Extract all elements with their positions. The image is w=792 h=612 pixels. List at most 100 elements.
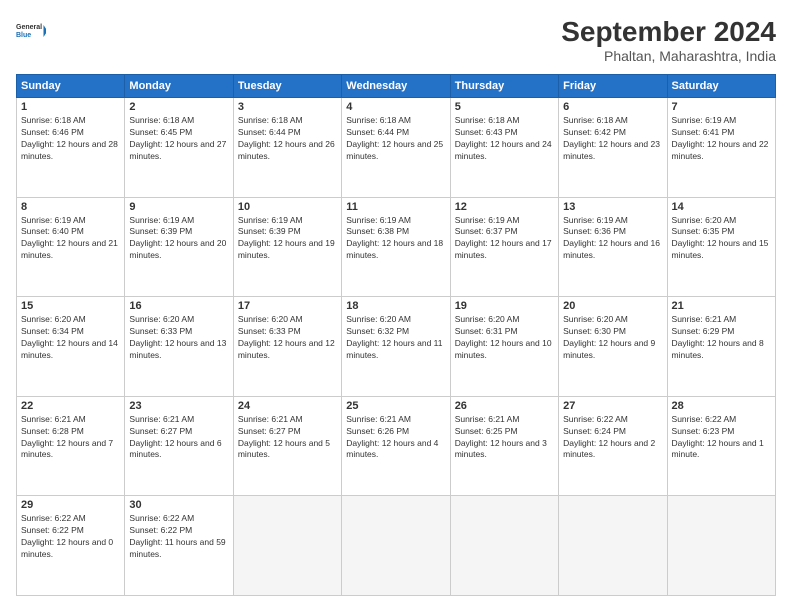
table-row: 22 Sunrise: 6:21 AM Sunset: 6:28 PM Dayl… <box>17 396 125 496</box>
day-info: Sunrise: 6:21 AM Sunset: 6:27 PM Dayligh… <box>238 414 337 462</box>
table-row: 18 Sunrise: 6:20 AM Sunset: 6:32 PM Dayl… <box>342 297 450 397</box>
day-number: 17 <box>238 300 337 312</box>
col-sunday: Sunday <box>17 75 125 98</box>
day-number: 25 <box>346 400 445 412</box>
day-info: Sunrise: 6:18 AM Sunset: 6:46 PM Dayligh… <box>21 115 120 163</box>
title-block: September 2024 Phaltan, Maharashtra, Ind… <box>561 16 776 64</box>
day-number: 1 <box>21 101 120 113</box>
day-number: 22 <box>21 400 120 412</box>
table-row: 11 Sunrise: 6:19 AM Sunset: 6:38 PM Dayl… <box>342 197 450 297</box>
day-info: Sunrise: 6:20 AM Sunset: 6:35 PM Dayligh… <box>672 215 771 263</box>
page: General Blue September 2024 Phaltan, Mah… <box>0 0 792 612</box>
table-row: 1 Sunrise: 6:18 AM Sunset: 6:46 PM Dayli… <box>17 98 125 198</box>
day-number: 12 <box>455 201 554 213</box>
location-title: Phaltan, Maharashtra, India <box>561 48 776 64</box>
day-info: Sunrise: 6:18 AM Sunset: 6:45 PM Dayligh… <box>129 115 228 163</box>
table-row: 19 Sunrise: 6:20 AM Sunset: 6:31 PM Dayl… <box>450 297 558 397</box>
col-thursday: Thursday <box>450 75 558 98</box>
calendar-table: Sunday Monday Tuesday Wednesday Thursday… <box>16 74 776 596</box>
header: General Blue September 2024 Phaltan, Mah… <box>16 16 776 64</box>
table-row: 5 Sunrise: 6:18 AM Sunset: 6:43 PM Dayli… <box>450 98 558 198</box>
table-row <box>342 496 450 596</box>
table-row: 23 Sunrise: 6:21 AM Sunset: 6:27 PM Dayl… <box>125 396 233 496</box>
col-friday: Friday <box>559 75 667 98</box>
day-info: Sunrise: 6:18 AM Sunset: 6:44 PM Dayligh… <box>238 115 337 163</box>
day-number: 5 <box>455 101 554 113</box>
day-info: Sunrise: 6:22 AM Sunset: 6:22 PM Dayligh… <box>21 513 120 561</box>
day-info: Sunrise: 6:19 AM Sunset: 6:41 PM Dayligh… <box>672 115 771 163</box>
table-row: 4 Sunrise: 6:18 AM Sunset: 6:44 PM Dayli… <box>342 98 450 198</box>
table-row: 8 Sunrise: 6:19 AM Sunset: 6:40 PM Dayli… <box>17 197 125 297</box>
table-row: 30 Sunrise: 6:22 AM Sunset: 6:22 PM Dayl… <box>125 496 233 596</box>
day-number: 7 <box>672 101 771 113</box>
table-row: 27 Sunrise: 6:22 AM Sunset: 6:24 PM Dayl… <box>559 396 667 496</box>
logo-svg: General Blue <box>16 16 46 46</box>
day-info: Sunrise: 6:18 AM Sunset: 6:42 PM Dayligh… <box>563 115 662 163</box>
day-number: 21 <box>672 300 771 312</box>
table-row: 20 Sunrise: 6:20 AM Sunset: 6:30 PM Dayl… <box>559 297 667 397</box>
day-info: Sunrise: 6:19 AM Sunset: 6:39 PM Dayligh… <box>238 215 337 263</box>
day-number: 10 <box>238 201 337 213</box>
day-info: Sunrise: 6:21 AM Sunset: 6:28 PM Dayligh… <box>21 414 120 462</box>
day-info: Sunrise: 6:20 AM Sunset: 6:32 PM Dayligh… <box>346 314 445 362</box>
table-row: 12 Sunrise: 6:19 AM Sunset: 6:37 PM Dayl… <box>450 197 558 297</box>
svg-text:General: General <box>16 24 42 31</box>
day-info: Sunrise: 6:19 AM Sunset: 6:39 PM Dayligh… <box>129 215 228 263</box>
day-info: Sunrise: 6:21 AM Sunset: 6:29 PM Dayligh… <box>672 314 771 362</box>
day-info: Sunrise: 6:21 AM Sunset: 6:27 PM Dayligh… <box>129 414 228 462</box>
table-row: 9 Sunrise: 6:19 AM Sunset: 6:39 PM Dayli… <box>125 197 233 297</box>
day-number: 16 <box>129 300 228 312</box>
day-number: 14 <box>672 201 771 213</box>
table-row: 7 Sunrise: 6:19 AM Sunset: 6:41 PM Dayli… <box>667 98 775 198</box>
day-number: 4 <box>346 101 445 113</box>
day-number: 13 <box>563 201 662 213</box>
day-info: Sunrise: 6:22 AM Sunset: 6:24 PM Dayligh… <box>563 414 662 462</box>
table-row: 3 Sunrise: 6:18 AM Sunset: 6:44 PM Dayli… <box>233 98 341 198</box>
table-row: 13 Sunrise: 6:19 AM Sunset: 6:36 PM Dayl… <box>559 197 667 297</box>
day-info: Sunrise: 6:19 AM Sunset: 6:36 PM Dayligh… <box>563 215 662 263</box>
day-number: 2 <box>129 101 228 113</box>
logo: General Blue <box>16 16 46 46</box>
day-info: Sunrise: 6:20 AM Sunset: 6:34 PM Dayligh… <box>21 314 120 362</box>
day-number: 19 <box>455 300 554 312</box>
day-info: Sunrise: 6:21 AM Sunset: 6:25 PM Dayligh… <box>455 414 554 462</box>
table-row <box>559 496 667 596</box>
day-number: 30 <box>129 499 228 511</box>
day-info: Sunrise: 6:19 AM Sunset: 6:37 PM Dayligh… <box>455 215 554 263</box>
day-number: 26 <box>455 400 554 412</box>
table-row: 24 Sunrise: 6:21 AM Sunset: 6:27 PM Dayl… <box>233 396 341 496</box>
table-row <box>450 496 558 596</box>
day-info: Sunrise: 6:22 AM Sunset: 6:22 PM Dayligh… <box>129 513 228 561</box>
table-row <box>233 496 341 596</box>
day-info: Sunrise: 6:21 AM Sunset: 6:26 PM Dayligh… <box>346 414 445 462</box>
day-number: 3 <box>238 101 337 113</box>
day-info: Sunrise: 6:20 AM Sunset: 6:31 PM Dayligh… <box>455 314 554 362</box>
day-number: 23 <box>129 400 228 412</box>
col-monday: Monday <box>125 75 233 98</box>
table-row: 21 Sunrise: 6:21 AM Sunset: 6:29 PM Dayl… <box>667 297 775 397</box>
day-number: 9 <box>129 201 228 213</box>
table-row: 25 Sunrise: 6:21 AM Sunset: 6:26 PM Dayl… <box>342 396 450 496</box>
day-info: Sunrise: 6:19 AM Sunset: 6:40 PM Dayligh… <box>21 215 120 263</box>
day-info: Sunrise: 6:20 AM Sunset: 6:33 PM Dayligh… <box>129 314 228 362</box>
day-number: 20 <box>563 300 662 312</box>
day-number: 11 <box>346 201 445 213</box>
day-number: 24 <box>238 400 337 412</box>
day-number: 27 <box>563 400 662 412</box>
table-row <box>667 496 775 596</box>
table-row: 6 Sunrise: 6:18 AM Sunset: 6:42 PM Dayli… <box>559 98 667 198</box>
table-row: 16 Sunrise: 6:20 AM Sunset: 6:33 PM Dayl… <box>125 297 233 397</box>
day-info: Sunrise: 6:20 AM Sunset: 6:30 PM Dayligh… <box>563 314 662 362</box>
table-row: 15 Sunrise: 6:20 AM Sunset: 6:34 PM Dayl… <box>17 297 125 397</box>
month-title: September 2024 <box>561 16 776 48</box>
table-row: 14 Sunrise: 6:20 AM Sunset: 6:35 PM Dayl… <box>667 197 775 297</box>
col-saturday: Saturday <box>667 75 775 98</box>
svg-text:Blue: Blue <box>16 32 31 39</box>
table-row: 10 Sunrise: 6:19 AM Sunset: 6:39 PM Dayl… <box>233 197 341 297</box>
table-row: 28 Sunrise: 6:22 AM Sunset: 6:23 PM Dayl… <box>667 396 775 496</box>
table-row: 2 Sunrise: 6:18 AM Sunset: 6:45 PM Dayli… <box>125 98 233 198</box>
day-number: 29 <box>21 499 120 511</box>
table-row: 17 Sunrise: 6:20 AM Sunset: 6:33 PM Dayl… <box>233 297 341 397</box>
table-row: 26 Sunrise: 6:21 AM Sunset: 6:25 PM Dayl… <box>450 396 558 496</box>
day-info: Sunrise: 6:22 AM Sunset: 6:23 PM Dayligh… <box>672 414 771 462</box>
